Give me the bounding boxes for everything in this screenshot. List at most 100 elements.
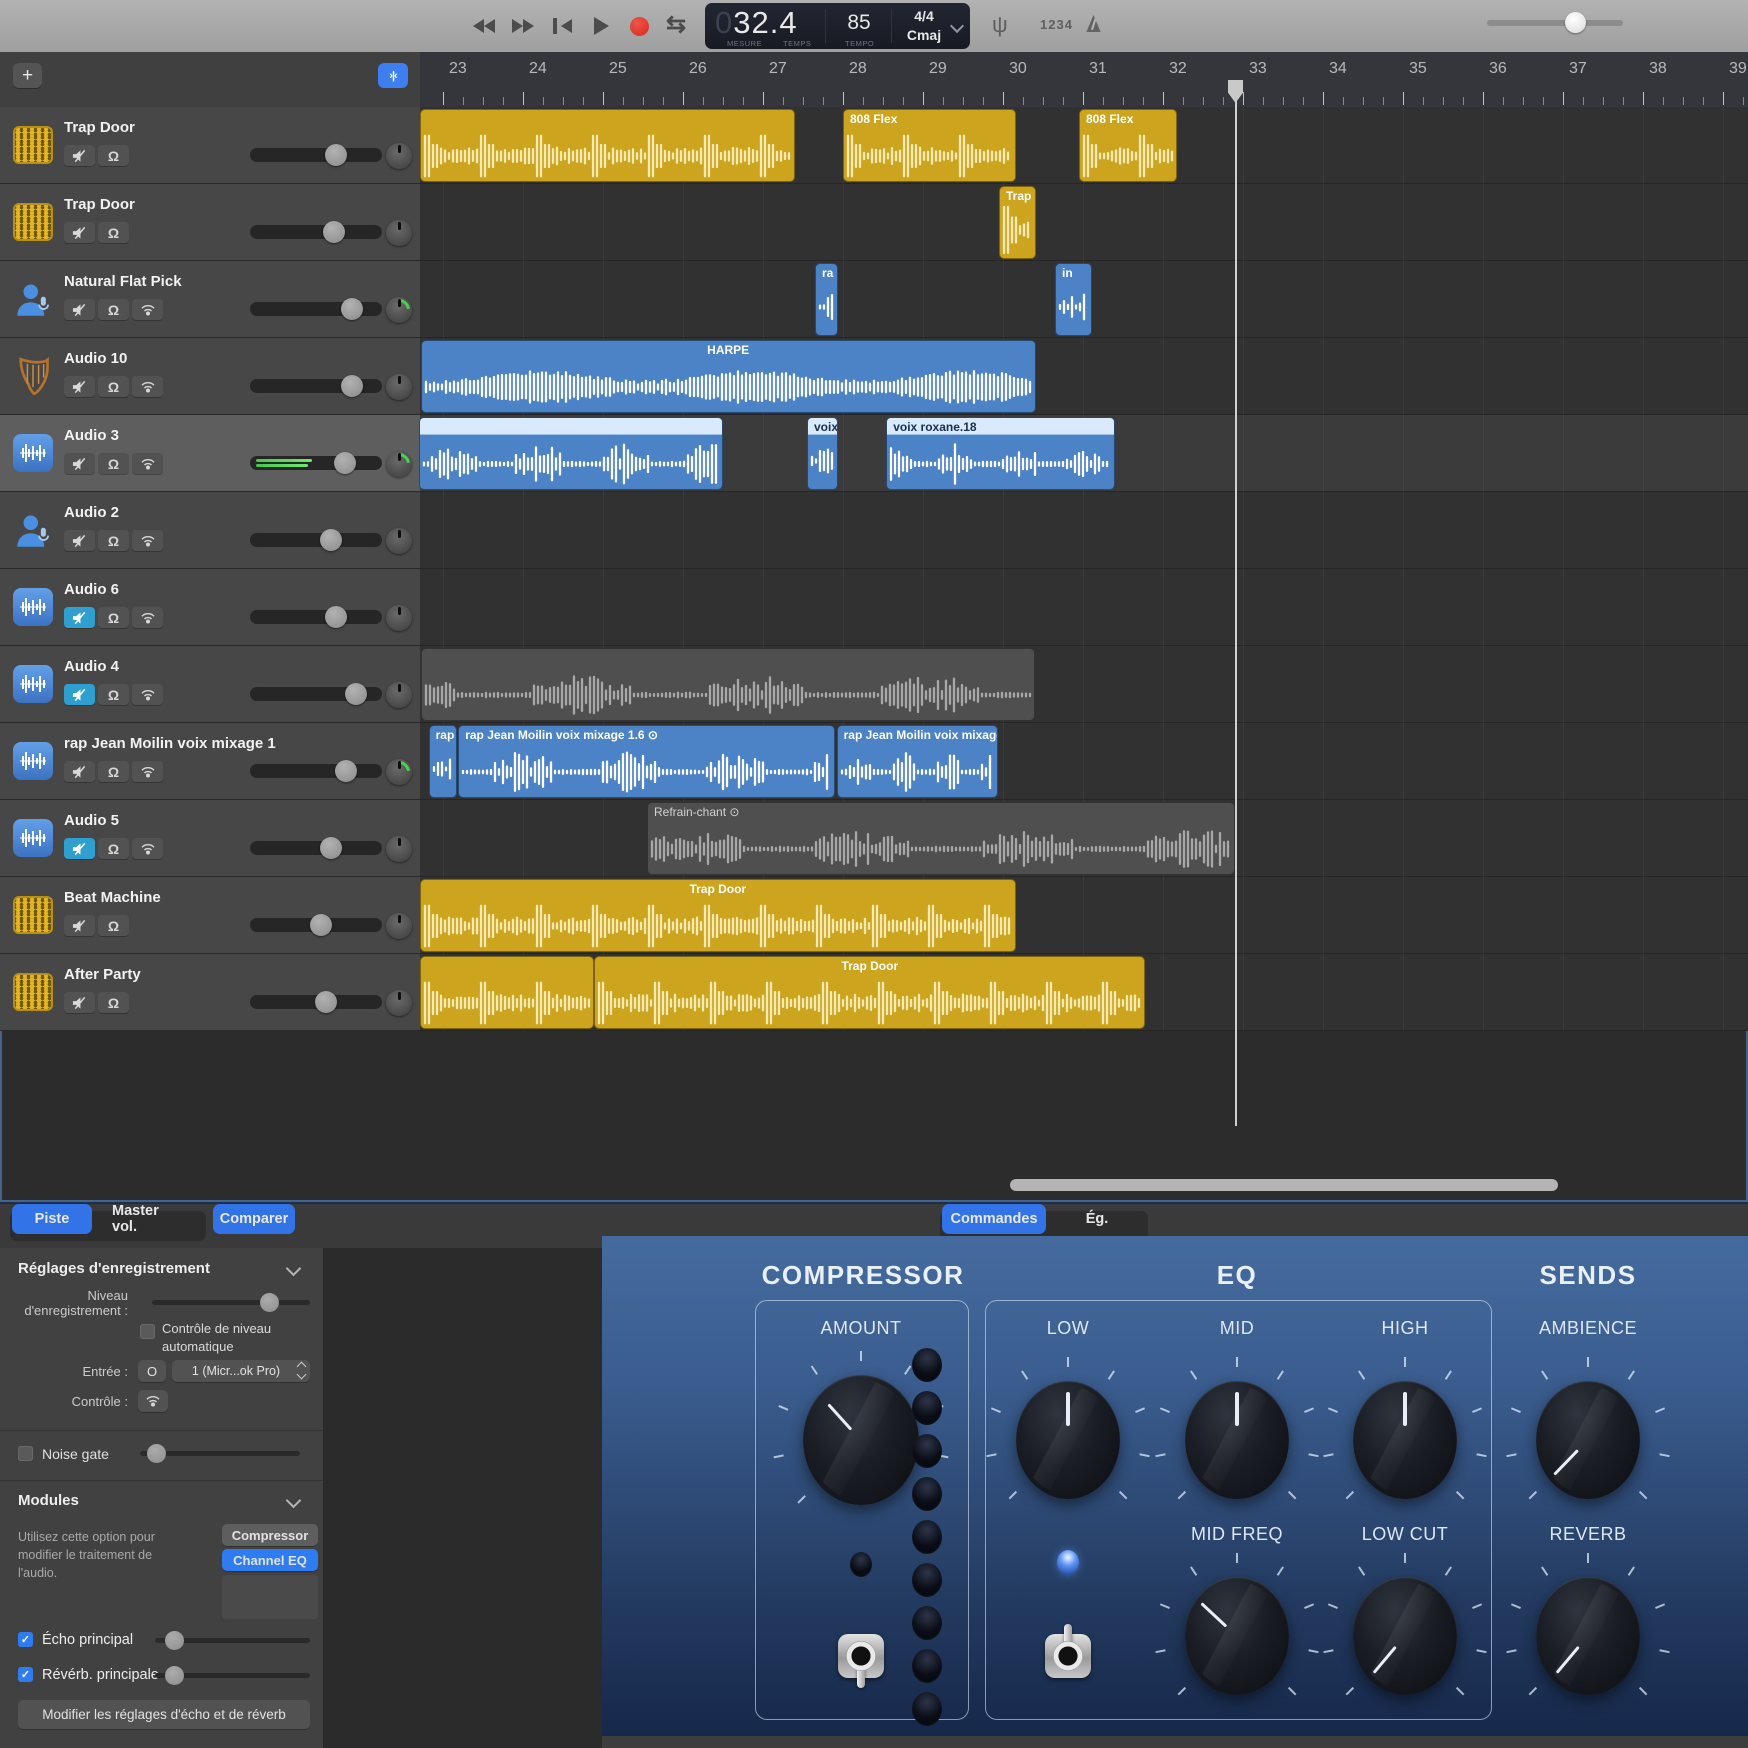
- chevron-down-icon[interactable]: [286, 1493, 302, 1509]
- play-button[interactable]: [594, 9, 612, 43]
- region-5[interactable]: in: [1055, 263, 1092, 336]
- input-monitoring-button[interactable]: [132, 838, 163, 859]
- region-15[interactable]: Trap Door: [420, 879, 1016, 952]
- track-volume-slider[interactable]: [250, 148, 382, 162]
- track-volume-slider[interactable]: [250, 610, 382, 624]
- fast-forward-button[interactable]: [512, 9, 537, 43]
- track-volume-slider[interactable]: [250, 995, 382, 1009]
- solo-button[interactable]: Ω: [98, 915, 129, 936]
- mute-button[interactable]: [64, 145, 95, 166]
- knob-reverb[interactable]: [1536, 1577, 1640, 1695]
- track-volume-slider[interactable]: [250, 918, 382, 932]
- track-lane-1[interactable]: [420, 184, 1748, 261]
- track-volume-slider[interactable]: [250, 302, 382, 316]
- track-header-2[interactable]: Natural Flat Pick Ω: [0, 261, 420, 338]
- mute-button[interactable]: [64, 299, 95, 320]
- pan-knob[interactable]: [386, 220, 412, 246]
- region-3[interactable]: Trap: [999, 186, 1036, 259]
- master-volume-slider[interactable]: [1487, 20, 1623, 26]
- mute-button[interactable]: [64, 915, 95, 936]
- mute-button[interactable]: [64, 761, 95, 782]
- input-monitoring-button[interactable]: [138, 1390, 168, 1412]
- track-volume-slider[interactable]: [250, 456, 382, 470]
- pan-knob[interactable]: [386, 605, 412, 631]
- knob-amount[interactable]: [803, 1375, 919, 1505]
- region-6[interactable]: HARPE: [421, 340, 1036, 413]
- input-monitoring-button[interactable]: [132, 607, 163, 628]
- input-monitoring-button[interactable]: [132, 761, 163, 782]
- mute-button[interactable]: [64, 684, 95, 705]
- region-4[interactable]: ra: [815, 263, 838, 336]
- track-volume-slider[interactable]: [250, 379, 382, 393]
- mute-button[interactable]: [64, 838, 95, 859]
- mute-button[interactable]: [64, 607, 95, 628]
- track-header-6[interactable]: Audio 6 Ω: [0, 569, 420, 646]
- auto-level-checkbox[interactable]: [140, 1324, 155, 1339]
- region-10[interactable]: [421, 648, 1035, 721]
- region-0[interactable]: [420, 109, 795, 182]
- recording-settings-header[interactable]: Réglages d'enregistrement: [18, 1260, 210, 1277]
- cycle-button[interactable]: ⇆: [666, 7, 686, 41]
- mute-button[interactable]: [64, 222, 95, 243]
- modules-header[interactable]: Modules: [18, 1492, 79, 1509]
- track-lane-5[interactable]: [420, 492, 1748, 569]
- region-12[interactable]: rap Jean Moilin voix mixage 1.6 ⊙: [458, 725, 835, 798]
- master-volume-handle[interactable]: [1565, 12, 1586, 33]
- compressor-switch[interactable]: [838, 1634, 884, 1678]
- chevron-down-icon[interactable]: [286, 1261, 302, 1277]
- rewind-button[interactable]: [470, 9, 495, 43]
- input-monitoring-button[interactable]: [132, 530, 163, 551]
- pan-knob[interactable]: [386, 682, 412, 708]
- echo-checkbox[interactable]: ✓: [18, 1632, 33, 1647]
- tab-eg[interactable]: Ég.: [1050, 1204, 1144, 1234]
- go-to-beginning-button[interactable]: [553, 9, 572, 43]
- track-header-3[interactable]: Audio 10 Ω: [0, 338, 420, 415]
- pan-knob[interactable]: [386, 528, 412, 554]
- edit-echo-reverb-button[interactable]: Modifier les réglages d'écho et de réver…: [18, 1700, 310, 1729]
- tuner-icon[interactable]: ψ: [992, 12, 1008, 38]
- horizontal-scrollbar[interactable]: [1010, 1179, 1558, 1191]
- pan-knob[interactable]: [386, 836, 412, 862]
- pan-knob[interactable]: [386, 297, 412, 323]
- input-source-dropdown[interactable]: 1 (Micr...ok Pro): [172, 1360, 310, 1382]
- region-1[interactable]: 808 Flex: [843, 109, 1016, 182]
- noise-gate-checkbox[interactable]: [18, 1446, 33, 1461]
- knob-low[interactable]: [1016, 1381, 1120, 1499]
- solo-button[interactable]: Ω: [98, 145, 129, 166]
- pan-knob[interactable]: [386, 913, 412, 939]
- track-header-7[interactable]: Audio 4 Ω: [0, 646, 420, 723]
- playhead-pin[interactable]: [1228, 80, 1243, 103]
- track-volume-slider[interactable]: [250, 533, 382, 547]
- record-button[interactable]: [630, 9, 649, 43]
- track-header-5[interactable]: Audio 2 Ω: [0, 492, 420, 569]
- catch-playhead-button[interactable]: ›|‹: [378, 63, 408, 88]
- reverb-checkbox[interactable]: ✓: [18, 1667, 33, 1682]
- lcd-display[interactable]: 032.4 MESURE TEMPS 85 TEMPO 4/4Cmaj: [705, 3, 970, 49]
- pan-knob[interactable]: [386, 374, 412, 400]
- knob-high[interactable]: [1353, 1381, 1457, 1499]
- knob-low-cut[interactable]: [1353, 1577, 1457, 1695]
- track-volume-slider[interactable]: [250, 841, 382, 855]
- mute-button[interactable]: [64, 453, 95, 474]
- timeline-ruler[interactable]: 2324252627282930313233343536373839: [420, 52, 1748, 108]
- solo-button[interactable]: Ω: [98, 607, 129, 628]
- eq-switch[interactable]: [1045, 1634, 1091, 1678]
- region-8[interactable]: voix r: [807, 417, 838, 490]
- reverb-slider[interactable]: [155, 1673, 310, 1678]
- region-7[interactable]: [419, 417, 723, 490]
- region-14[interactable]: Refrain-chant ⊙: [647, 802, 1235, 875]
- knob-mid-freq[interactable]: [1185, 1577, 1289, 1695]
- region-13[interactable]: rap Jean Moilin voix mixage 1.: [837, 725, 999, 798]
- input-monitoring-button[interactable]: [132, 376, 163, 397]
- record-level-slider[interactable]: [152, 1300, 310, 1305]
- solo-button[interactable]: Ω: [98, 684, 129, 705]
- track-header-11[interactable]: After Party Ω: [0, 954, 420, 1031]
- solo-button[interactable]: Ω: [98, 992, 129, 1013]
- track-header-1[interactable]: Trap Door Ω: [0, 184, 420, 261]
- noise-gate-slider[interactable]: [140, 1451, 300, 1456]
- add-track-button[interactable]: +: [13, 63, 42, 88]
- region-17[interactable]: Trap Door: [594, 956, 1145, 1029]
- track-volume-slider[interactable]: [250, 764, 382, 778]
- region-9[interactable]: voix roxane.18: [886, 417, 1115, 490]
- pan-knob[interactable]: [386, 143, 412, 169]
